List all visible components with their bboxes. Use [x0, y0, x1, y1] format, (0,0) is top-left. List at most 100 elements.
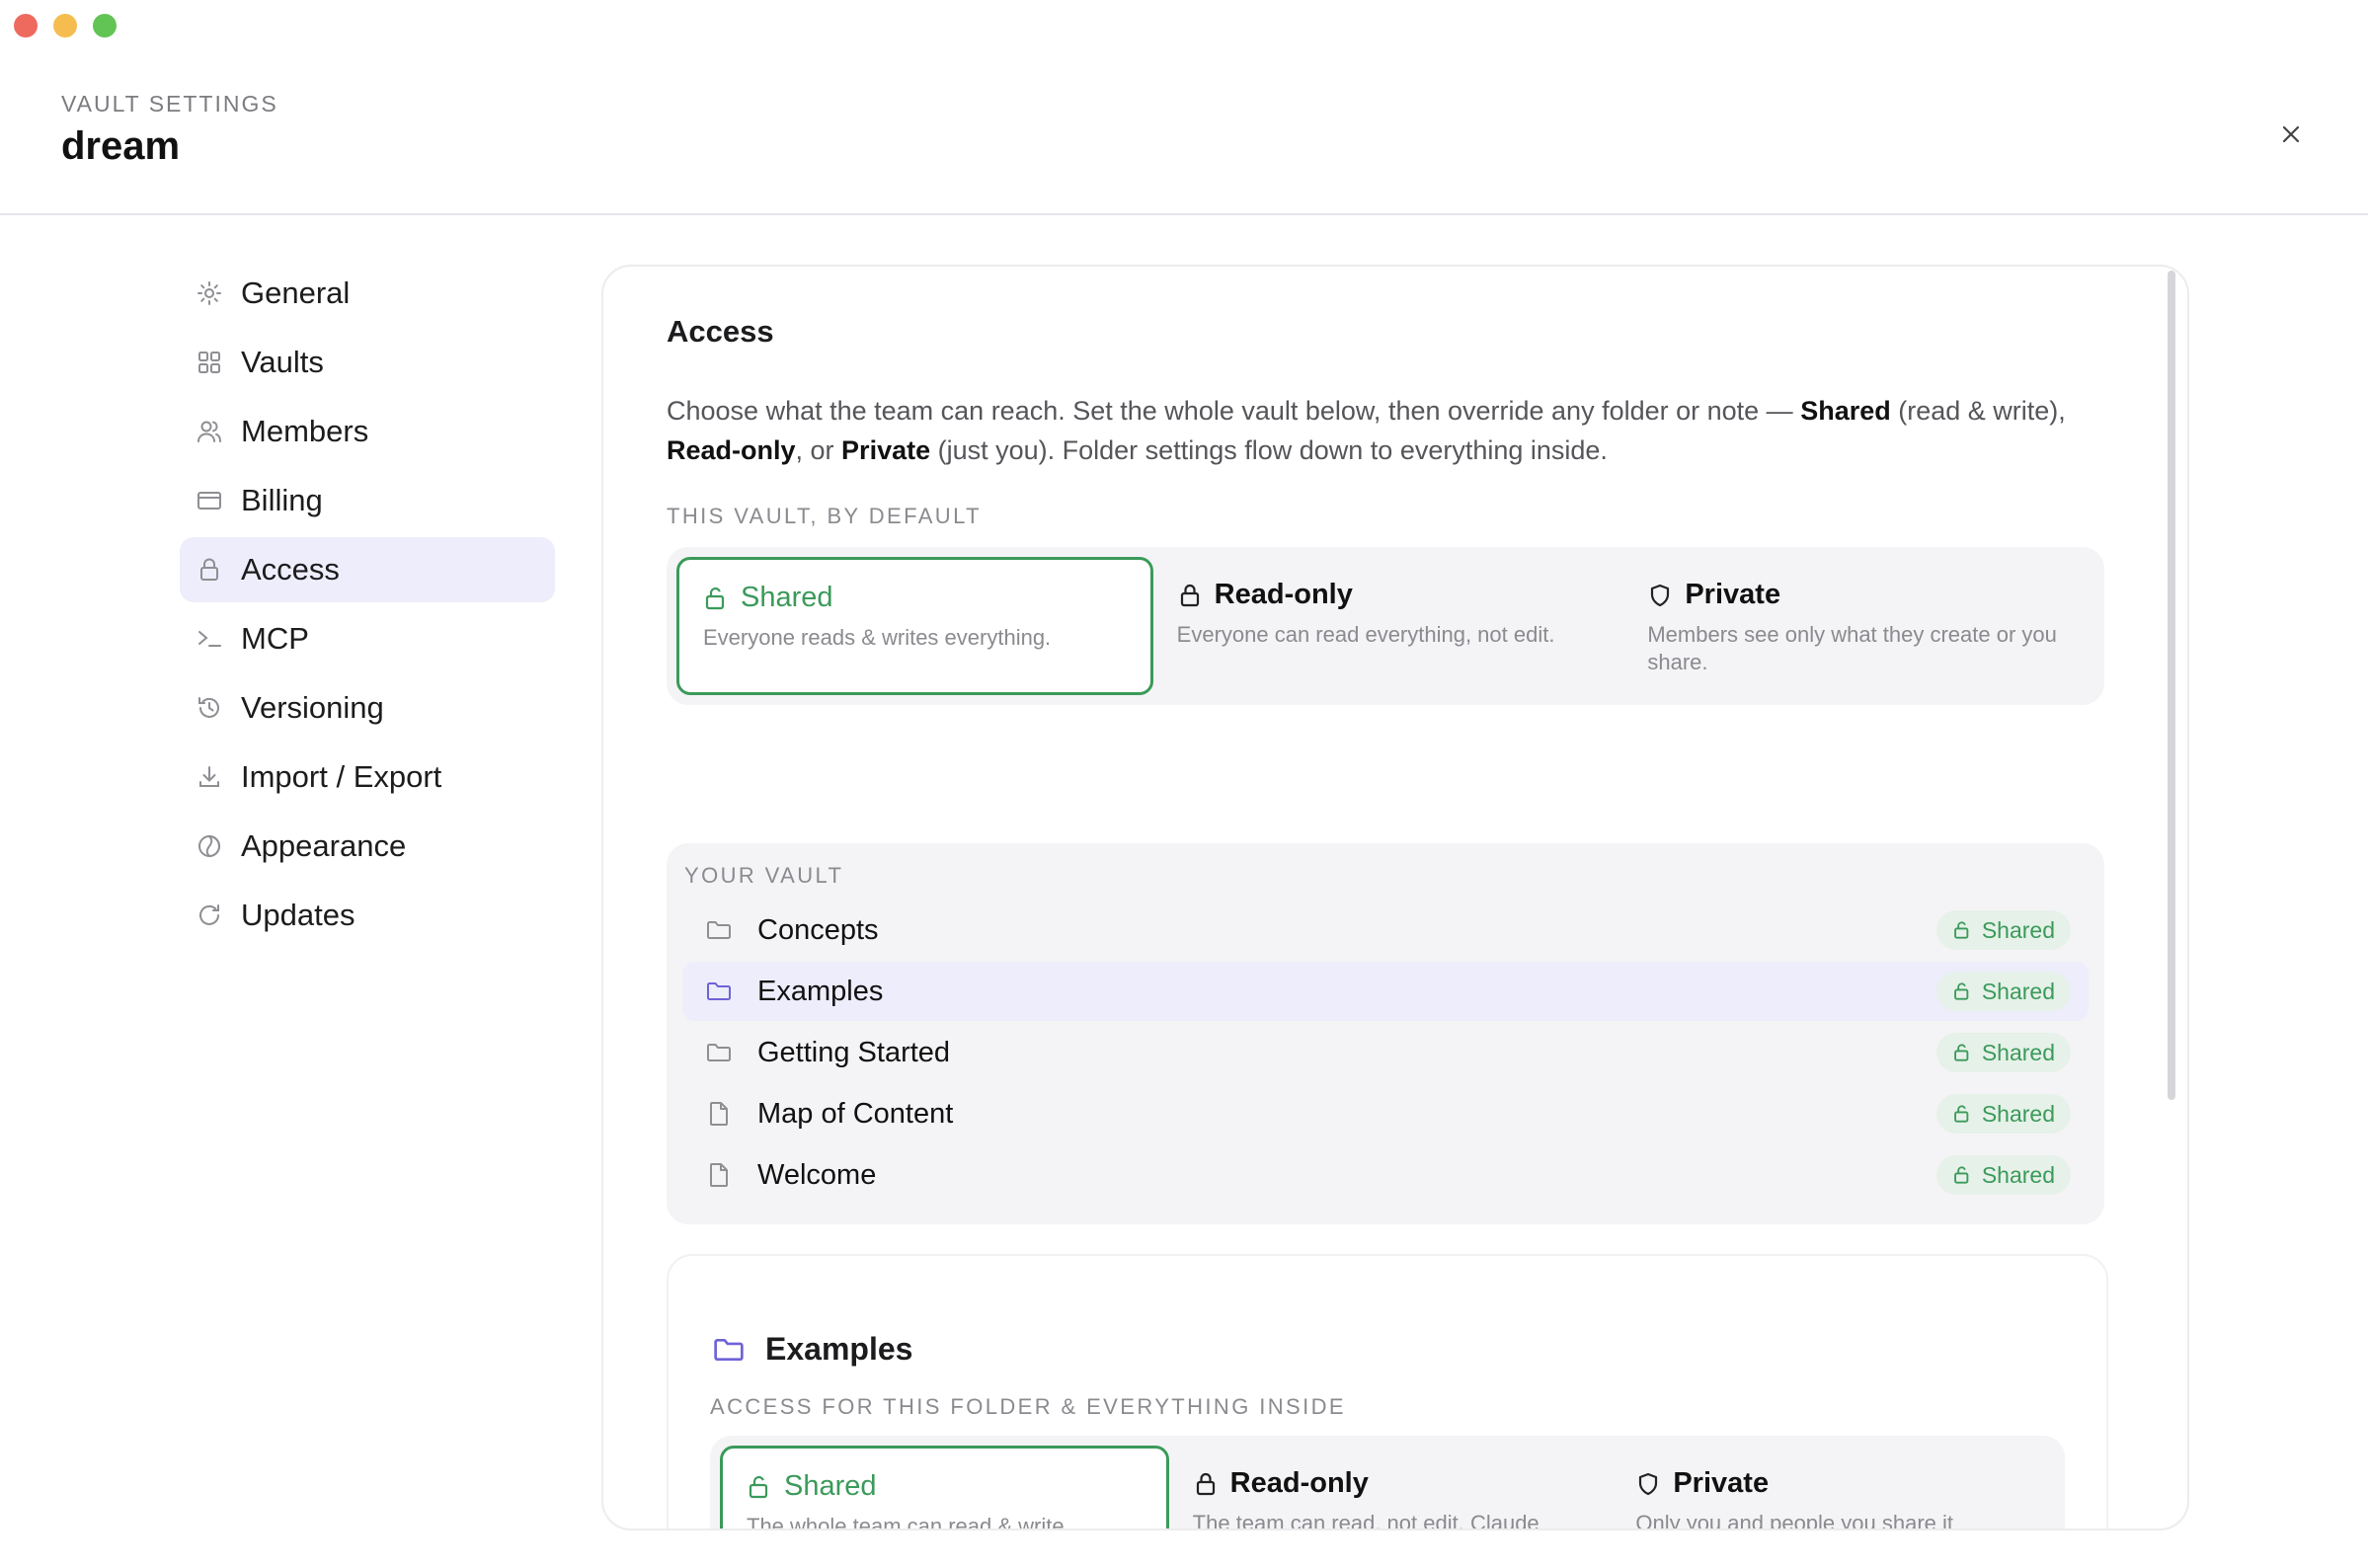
default-access-label: THIS VAULT, BY DEFAULT	[667, 504, 982, 528]
vault-item-getting-started[interactable]: Getting Started Shared	[682, 1023, 2089, 1082]
vault-item-name: Map of Content	[757, 1097, 954, 1130]
sidebar-item-label: Appearance	[241, 828, 407, 863]
vault-tree: YOUR VAULT Concepts Shared Examples Shar…	[667, 843, 2104, 1224]
shield-icon	[1651, 584, 1670, 606]
shield-icon	[1639, 1472, 1658, 1495]
option-title: Shared	[784, 1470, 877, 1502]
vault-name: dream	[61, 124, 181, 168]
sidebar-item-general[interactable]: General	[180, 261, 555, 326]
sidebar-item-versioning[interactable]: Versioning	[180, 675, 555, 741]
vault-item-name: Getting Started	[757, 1036, 951, 1068]
close-icon	[2282, 125, 2300, 143]
option-title: Shared	[741, 582, 833, 613]
vault-item-name: Welcome	[757, 1158, 877, 1191]
sidebar-item-access[interactable]: Access	[180, 537, 555, 602]
header-eyebrow: VAULT SETTINGS	[61, 91, 278, 117]
unlock-icon	[1953, 921, 1969, 939]
default-access-selector: Shared Everyone reads & writes everythin…	[667, 547, 2104, 705]
users-icon	[196, 418, 223, 445]
folder-access-title: Examples	[765, 1331, 913, 1367]
badge-label: Shared	[1981, 1039, 2055, 1065]
download-icon	[196, 763, 223, 791]
refresh-icon	[196, 902, 223, 929]
unlock-icon	[705, 587, 725, 609]
access-badge[interactable]: Shared	[1935, 972, 2071, 1011]
folder-access-card: Examples ACCESS FOR THIS FOLDER & EVERYT…	[667, 1254, 2108, 1530]
palette-icon	[196, 832, 223, 860]
option-description: Members see only what they create or you…	[1647, 622, 2057, 674]
vault-item-name: Examples	[757, 975, 884, 1007]
unlock-icon	[1953, 1044, 1969, 1061]
unlock-icon	[749, 1475, 768, 1498]
option-description: Only you and people you share it	[1635, 1511, 1953, 1530]
sidebar-item-label: Members	[241, 414, 369, 448]
description-emphasis: Shared	[1800, 396, 1891, 426]
sidebar-item-updates[interactable]: Updates	[180, 883, 555, 948]
access-description: Choose what the team can reach. Set the …	[667, 391, 2089, 470]
description-emphasis: Private	[841, 435, 931, 465]
description-text: , or	[795, 435, 842, 465]
description-emphasis: Read-only	[667, 435, 796, 465]
sidebar-item-label: Updates	[241, 898, 355, 932]
scrollbar[interactable]	[2168, 271, 2175, 1100]
sidebar-item-members[interactable]: Members	[180, 399, 555, 464]
settings-sidebar: General Vaults Members Billing Access MC…	[180, 261, 555, 952]
file-icon	[704, 1099, 734, 1129]
sidebar-item-appearance[interactable]: Appearance	[180, 814, 555, 879]
default-option-read-only[interactable]: Read-only Everyone can read everything, …	[1153, 557, 1624, 695]
vault-item-examples[interactable]: Examples Shared	[682, 962, 2089, 1021]
folder-access-label: ACCESS FOR THIS FOLDER & EVERYTHING INSI…	[710, 1394, 1346, 1419]
option-title: Private	[1673, 1467, 1770, 1499]
access-badge[interactable]: Shared	[1935, 1155, 2071, 1195]
grid-icon	[196, 349, 223, 376]
option-description: Everyone can read everything, not edit.	[1176, 622, 1555, 647]
sidebar-item-billing[interactable]: Billing	[180, 468, 555, 533]
badge-label: Shared	[1981, 1161, 2055, 1188]
option-description: The whole team can read & write.	[747, 1514, 1070, 1530]
description-text: Choose what the team can reach. Set the …	[667, 396, 1801, 426]
sidebar-item-label: Import / Export	[241, 759, 442, 794]
vault-item-welcome[interactable]: Welcome Shared	[682, 1145, 2089, 1205]
default-option-private[interactable]: Private Members see only what they creat…	[1623, 557, 2094, 695]
badge-label: Shared	[1981, 1100, 2055, 1127]
folder-option-read-only[interactable]: Read-only The team can read, not edit. C…	[1169, 1446, 1613, 1529]
unlock-icon	[1953, 1166, 1969, 1184]
lock-icon	[1180, 584, 1199, 606]
vault-item-name: Concepts	[757, 913, 879, 946]
option-title: Read-only	[1229, 1467, 1369, 1499]
sidebar-item-label: Access	[241, 552, 340, 587]
settings-header: VAULT SETTINGS dream	[0, 0, 2368, 215]
sidebar-item-label: Vaults	[241, 345, 324, 379]
close-button[interactable]	[2273, 117, 2309, 152]
folder-option-private[interactable]: Private Only you and people you share it	[1612, 1446, 2055, 1530]
folder-option-shared[interactable]: Shared The whole team can read & write.	[720, 1446, 1169, 1530]
vault-item-map-of-content[interactable]: Map of Content Shared	[682, 1084, 2089, 1143]
folder-access-selector: Shared The whole team can read & write. …	[710, 1436, 2065, 1530]
access-badge[interactable]: Shared	[1935, 1094, 2071, 1134]
default-option-shared[interactable]: Shared Everyone reads & writes everythin…	[676, 557, 1153, 695]
folder-icon	[704, 977, 734, 1006]
unlock-icon	[1953, 982, 1969, 1000]
badge-label: Shared	[1981, 916, 2055, 943]
sidebar-item-label: MCP	[241, 621, 309, 656]
gear-icon	[196, 279, 223, 307]
folder-access-header: Examples	[712, 1331, 912, 1368]
sidebar-item-label: General	[241, 275, 351, 310]
sidebar-item-label: Versioning	[241, 690, 384, 725]
access-panel: Access Choose what the team can reach. S…	[601, 265, 2189, 1530]
access-badge[interactable]: Shared	[1935, 910, 2071, 950]
folder-icon	[714, 1338, 744, 1361]
description-text: (read & write),	[1890, 396, 2066, 426]
vault-item-concepts[interactable]: Concepts Shared	[682, 901, 2089, 960]
description-text: (just you). Folder settings flow down to…	[930, 435, 1608, 465]
option-title: Private	[1685, 579, 1781, 610]
sidebar-item-mcp[interactable]: MCP	[180, 606, 555, 671]
unlock-icon	[1953, 1105, 1969, 1123]
access-badge[interactable]: Shared	[1935, 1033, 2071, 1072]
history-icon	[196, 694, 223, 722]
sidebar-item-vaults[interactable]: Vaults	[180, 330, 555, 395]
folder-icon	[704, 1038, 734, 1067]
sidebar-item-import-export[interactable]: Import / Export	[180, 745, 555, 810]
sidebar-item-label: Billing	[241, 483, 323, 517]
credit-card-icon	[196, 487, 223, 514]
